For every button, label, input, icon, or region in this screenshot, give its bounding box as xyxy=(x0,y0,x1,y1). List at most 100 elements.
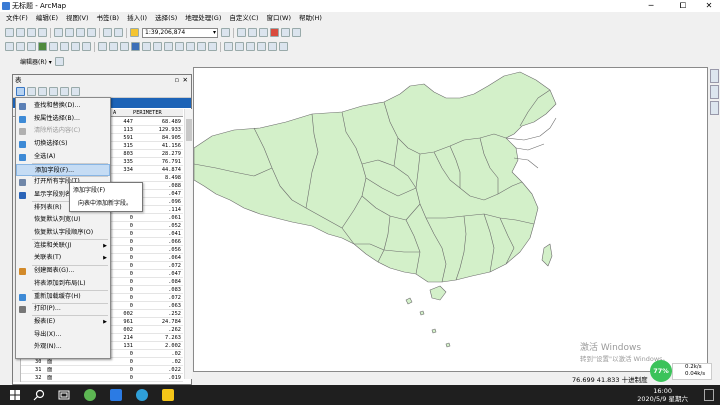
search-icon[interactable] xyxy=(33,389,45,401)
menu-item[interactable]: 恢复默认列宽(U) xyxy=(16,214,110,227)
zoom-out-icon[interactable] xyxy=(16,42,25,51)
fixed-zoom-out-icon[interactable] xyxy=(60,42,69,51)
pan-icon[interactable] xyxy=(27,42,36,51)
fixed-zoom-in-icon[interactable] xyxy=(49,42,58,51)
minimize-button[interactable]: ─ xyxy=(640,0,662,12)
restore-button[interactable]: ⧠ xyxy=(672,0,694,12)
scrollbar-thumb[interactable] xyxy=(186,119,192,141)
time-slider-icon[interactable] xyxy=(208,42,217,51)
related-tables-icon[interactable] xyxy=(27,86,36,96)
go-to-xy-icon[interactable] xyxy=(164,42,173,51)
pin-icon[interactable]: ▫ xyxy=(175,75,179,85)
menu-item[interactable]: 重新加载缓存(H) xyxy=(16,291,110,304)
search-tab[interactable] xyxy=(709,85,719,99)
menu-item[interactable]: 连接和关联(J) ▶ xyxy=(16,240,110,253)
back-extent-icon[interactable] xyxy=(71,42,80,51)
menu-item[interactable]: 将表添加到布局(L) xyxy=(16,278,110,291)
table-row[interactable]: 30 面 0 .02 xyxy=(13,358,183,366)
measure-icon[interactable] xyxy=(175,42,184,51)
layout-view-icon[interactable] xyxy=(235,42,244,51)
mail-app-icon[interactable] xyxy=(110,389,122,401)
switch-selection-icon[interactable] xyxy=(49,86,58,96)
column-header-perimeter[interactable]: PERIMETER xyxy=(133,109,162,117)
menu-item[interactable]: 切换选择(S) xyxy=(16,138,110,151)
select-features-icon[interactable] xyxy=(98,42,107,51)
menu-geoprocessing[interactable]: 地理处理(G) xyxy=(181,12,225,25)
hyperlink-icon[interactable] xyxy=(186,42,195,51)
search-window-icon[interactable] xyxy=(259,28,268,37)
close-button[interactable]: ✕ xyxy=(698,0,720,12)
find-icon[interactable] xyxy=(142,42,151,51)
font-icon[interactable] xyxy=(268,42,277,51)
find-route-icon[interactable] xyxy=(153,42,162,51)
browser-app-icon[interactable] xyxy=(84,389,96,401)
menu-item[interactable]: 恢复默认字段顺序(O) xyxy=(16,227,110,240)
table-close-icon[interactable]: ✕ xyxy=(183,75,188,85)
undo-icon[interactable] xyxy=(103,28,112,37)
delete-icon[interactable] xyxy=(87,28,96,37)
menu-edit[interactable]: 编辑(E) xyxy=(32,12,62,25)
clear-selection-table-icon[interactable] xyxy=(60,86,69,96)
task-view-icon[interactable] xyxy=(58,389,70,401)
redo-icon[interactable] xyxy=(114,28,123,37)
table-of-contents-icon[interactable] xyxy=(237,28,246,37)
cut-icon[interactable] xyxy=(54,28,63,37)
table-row[interactable]: 31 面 0 .022 xyxy=(13,366,183,374)
catalog-icon[interactable] xyxy=(248,28,257,37)
map-view[interactable] xyxy=(193,67,708,372)
delete-selected-icon[interactable] xyxy=(71,86,80,96)
create-viewer-icon[interactable] xyxy=(224,42,233,51)
notification-icon[interactable] xyxy=(704,389,714,401)
menu-selection[interactable]: 选择(S) xyxy=(151,12,181,25)
editor-toolbar-icon[interactable] xyxy=(221,28,230,37)
menu-bookmarks[interactable]: 书签(B) xyxy=(93,12,124,25)
menu-view[interactable]: 视图(V) xyxy=(62,12,93,25)
add-data-icon[interactable] xyxy=(130,28,139,37)
menu-item[interactable]: 清除所选内容(C) xyxy=(16,125,110,138)
arctoolbox-icon[interactable] xyxy=(270,28,279,37)
menu-insert[interactable]: 插入(I) xyxy=(123,12,151,25)
grid-vertical-scrollbar[interactable] xyxy=(184,109,192,379)
menu-file[interactable]: 文件(F) xyxy=(2,12,32,25)
toolbox-tab[interactable] xyxy=(709,101,719,115)
menu-item[interactable]: 报表(E) ▶ xyxy=(16,316,110,329)
menu-item[interactable]: 查找和替换(D)... xyxy=(16,100,110,113)
row-selector[interactable] xyxy=(13,374,21,382)
menu-item[interactable]: 按属性选择(B)... xyxy=(16,113,110,126)
model-builder-icon[interactable] xyxy=(292,28,301,37)
zoom-in-icon[interactable] xyxy=(5,42,14,51)
table-window-titlebar[interactable]: 表 ▫ ✕ xyxy=(13,75,191,85)
menu-item[interactable]: 外观(N)... xyxy=(16,341,110,354)
menu-item[interactable]: 导出(X)... xyxy=(16,329,110,342)
open-icon[interactable] xyxy=(16,28,25,37)
paste-icon[interactable] xyxy=(76,28,85,37)
text-icon[interactable] xyxy=(257,42,266,51)
table-options-icon[interactable] xyxy=(16,86,25,96)
catalog-tab[interactable] xyxy=(709,69,719,83)
copy-icon[interactable] xyxy=(65,28,74,37)
new-document-icon[interactable] xyxy=(5,28,14,37)
print-icon[interactable] xyxy=(38,28,47,37)
menu-windows[interactable]: 窗口(W) xyxy=(263,12,296,25)
identify-icon[interactable] xyxy=(131,42,140,51)
system-clock[interactable]: 16:00 2020/5/9 星期六 xyxy=(637,387,688,403)
full-extent-icon[interactable] xyxy=(38,42,47,51)
menu-item[interactable]: 全选(A) xyxy=(16,151,110,164)
draw-icon[interactable] xyxy=(246,42,255,51)
row-selector[interactable] xyxy=(13,366,21,374)
menu-customize[interactable]: 自定义(C) xyxy=(225,12,262,25)
select-by-attributes-icon[interactable] xyxy=(38,86,47,96)
arcmap-taskbar-icon[interactable] xyxy=(162,389,174,401)
column-header-area[interactable]: A xyxy=(113,109,116,117)
map-scale-input[interactable]: 1:39,206,874 ▾ xyxy=(142,27,218,38)
row-selector[interactable] xyxy=(13,358,21,366)
clear-selection-icon[interactable] xyxy=(109,42,118,51)
toolbar-options-icon[interactable] xyxy=(279,42,288,51)
select-elements-icon[interactable] xyxy=(120,42,129,51)
table-row[interactable]: 32 面 0 .019 xyxy=(13,374,183,382)
editor-menu-button[interactable]: 编辑器(R) ▾ xyxy=(20,57,52,66)
edit-tool-icon[interactable] xyxy=(54,56,64,66)
windows-start-icon[interactable] xyxy=(10,390,20,400)
menu-help[interactable]: 帮助(H) xyxy=(295,12,326,25)
ie-app-icon[interactable] xyxy=(136,389,148,401)
